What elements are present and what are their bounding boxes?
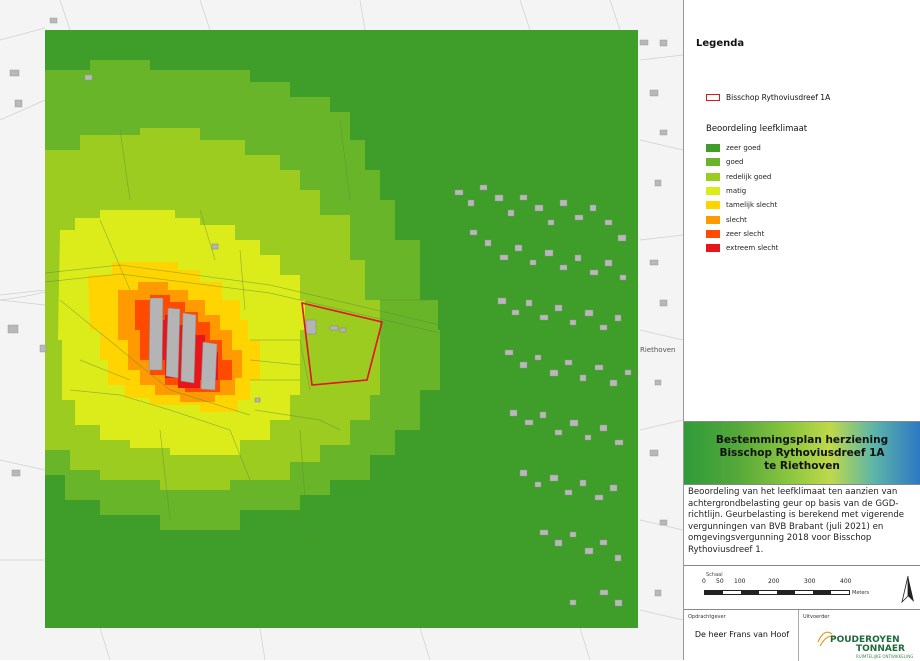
legend-title: Legenda (696, 38, 745, 49)
boundary-swatch (706, 94, 720, 101)
legend-label: redelijk goed (726, 172, 772, 181)
client-name: De heer Frans van Hoof (694, 630, 790, 639)
legend-swatch (706, 158, 720, 167)
legend-label: matig (726, 187, 747, 196)
legend-swatch (706, 215, 720, 224)
title-line-2: Bisschop Rythoviusdreef 1A (719, 446, 885, 459)
scale-tick: 400 (840, 578, 852, 585)
legend-label: tamelijk slecht (726, 201, 778, 210)
legend-item: extreem slecht (706, 241, 778, 255)
legend-item: matig (706, 184, 778, 198)
legend-swatch (706, 144, 720, 153)
legend-item: goed (706, 155, 778, 169)
map-description: Beoordeling van het leefklimaat ten aanz… (688, 487, 905, 555)
legend-subtitle: Beoordeling leefklimaat (706, 124, 808, 134)
title-line-3: te Riethoven (764, 459, 840, 472)
north-arrow-icon (901, 575, 914, 604)
scale-tick: 50 (716, 578, 724, 585)
map-view[interactable]: Riethoven (0, 0, 683, 660)
legend-item: tamelijk slecht (706, 198, 778, 212)
street-label: Riethoven (640, 346, 675, 354)
title-line-1: Bestemmingsplan herziening (715, 433, 889, 446)
scale-tick: 300 (804, 578, 816, 585)
title-block: Bestemmingsplan herziening Bisschop Ryth… (684, 421, 920, 485)
client-label: Opdrachtgever (688, 614, 726, 620)
legend-label: zeer slecht (726, 229, 765, 238)
pouderoyen-tonnaer-logo: POUDEROYEN TONNAER RUIMTELIJKE ONTWIKKEL… (817, 631, 913, 659)
scale-tick: 100 (734, 578, 746, 585)
legend-item: zeer slecht (706, 227, 778, 241)
legend-item: zeer goed (706, 141, 778, 155)
legend-label: goed (726, 158, 744, 167)
scale-bar (704, 590, 850, 595)
legend-boundary: Bisschop Rythoviusdreef 1A (706, 93, 830, 102)
scale-tick: 200 (768, 578, 780, 585)
legend-label: extreem slecht (726, 244, 779, 253)
legend-swatch (706, 187, 720, 196)
boundary-label: Bisschop Rythoviusdreef 1A (726, 93, 831, 102)
legend-item: redelijk goed (706, 170, 778, 184)
legend-swatch (706, 244, 720, 253)
logo-text-2: TONNAER (856, 644, 905, 654)
scale-units: Meters (852, 590, 870, 596)
legend-label: zeer goed (726, 144, 761, 153)
legend-swatch (706, 229, 720, 238)
legend-swatch (706, 172, 720, 181)
logo-text-3: RUIMTELIJKE ONTWIKKELING (856, 654, 913, 659)
legend-list: zeer goed goed redelijk goed matig tamel… (706, 141, 778, 255)
scale-tick: 0 (702, 578, 706, 585)
scale-block: Schaal 0 50 100 200 300 400 Meters (684, 565, 920, 610)
divider (798, 610, 799, 661)
map-panel: Legenda Bisschop Rythoviusdreef 1A Beoor… (683, 0, 920, 661)
credits-block: Opdrachtgever De heer Frans van Hoof Uit… (684, 609, 920, 661)
legend-swatch (706, 201, 720, 210)
map-canvas: Riethoven (0, 0, 683, 660)
legend-item: slecht (706, 212, 778, 226)
legend-label: slecht (726, 215, 747, 224)
